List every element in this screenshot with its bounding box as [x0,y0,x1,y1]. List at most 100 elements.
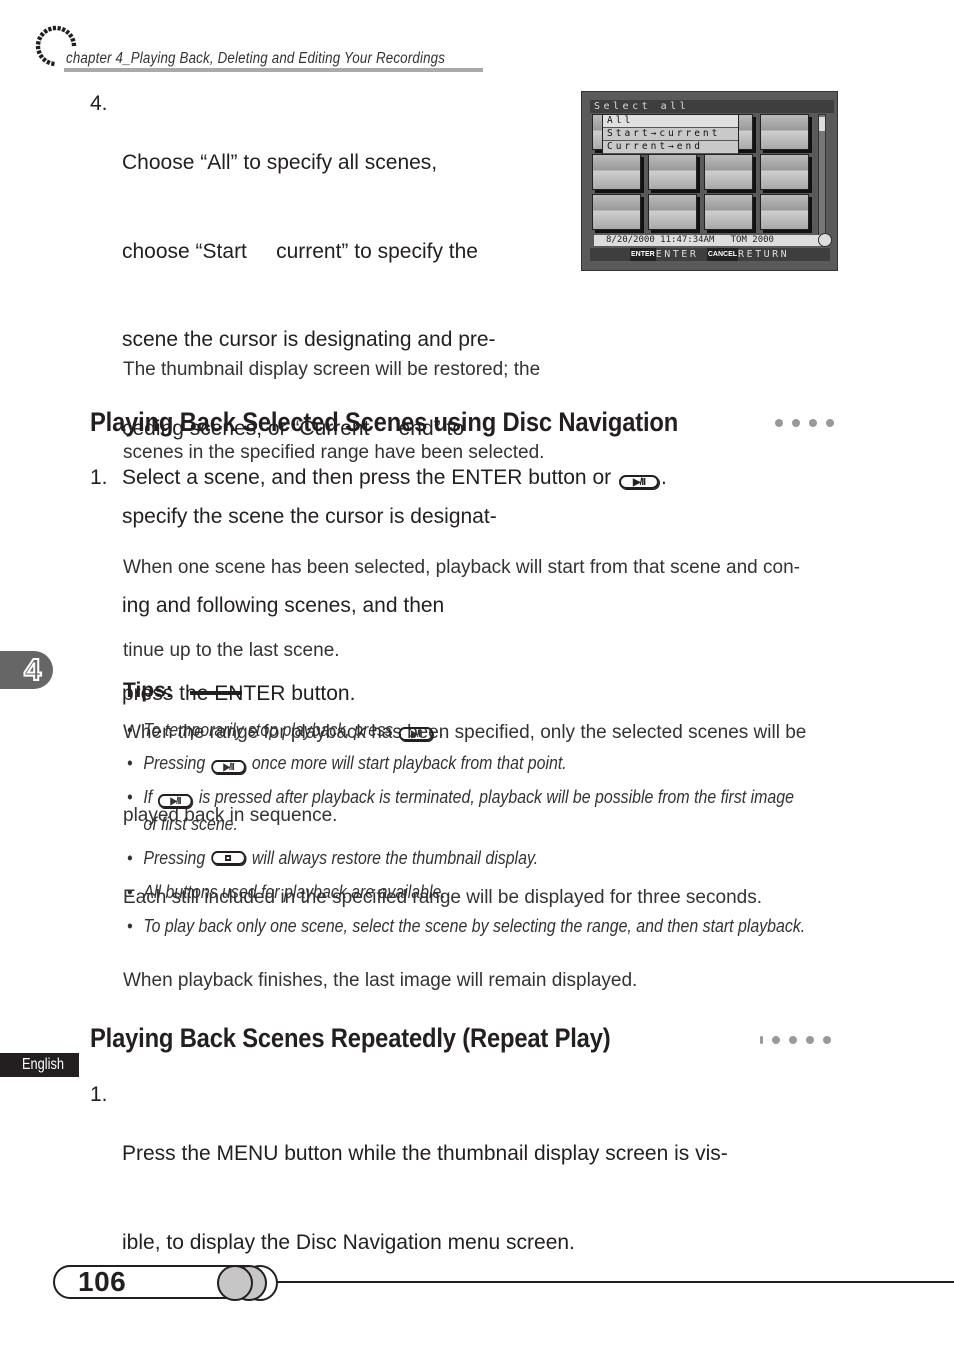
play-pause-button-icon: ▶/II [158,794,193,808]
footer-rule [262,1281,954,1283]
thumbnail [592,154,641,190]
ring-dot [61,27,66,33]
section-heading-disc-navigation: Playing Back Selected Scenes using Disc … [90,407,679,437]
screen-button-guide: ENTERENTER CANCELRETURN [590,248,830,261]
menu-item-current-end: Current→end [603,141,738,154]
heading-dots [760,1036,831,1044]
step-line: Choose “All” to specify all scenes, [122,151,438,174]
page-number: 106 [78,1266,127,1297]
play-pause-button-icon: ▶/II [211,760,246,774]
tip-text: To play back only one scene, select the … [143,915,806,936]
footer-circle-decoration [217,1265,253,1301]
ring-dot [50,61,55,67]
play-pause-button-icon: ▶/II [618,475,659,489]
tip-text-part: will always restore the thumbnail displa… [251,847,539,868]
menu-item-all: All [603,115,738,128]
return-label: RETURN [738,249,790,260]
step-number: 1. [90,466,108,489]
dot [792,419,800,427]
tip-text-part: once more will start playback from that … [251,752,567,773]
section-heading-repeat-play: Playing Back Scenes Repeatedly (Repeat P… [90,1023,611,1053]
select-all-screen-illustration: Select all All Start→current Current→end… [581,91,838,271]
ring-dot [37,36,43,41]
bullet: • [127,752,133,773]
body-line: When playback finishes, the last image w… [123,969,638,991]
play-pause-button-icon: ▶/II [399,727,434,741]
tip-item: • To play back only one scene, select th… [127,912,805,993]
dot [789,1036,797,1044]
thumbnail [760,154,809,190]
enter-label: ENTER [655,249,699,260]
step-text-wrap: Select a scene, and then press the ENTER… [122,466,667,489]
tip-text: If ▶/II is pressed after playback is ter… [143,783,794,837]
dot [823,1036,831,1044]
header-underline [64,68,483,72]
dot [775,419,783,427]
bullet: • [127,915,133,936]
ring-dot [52,25,57,31]
thumbnail [648,194,697,230]
thumbnail [704,194,753,230]
body-line: tinue up to the last scene. [123,639,340,661]
tips-rule [190,691,242,695]
step-line: Press the MENU button while the thumbnai… [122,1142,728,1165]
step-line: choose “Start current” to specify the [122,239,478,263]
screen-scrollbar [818,114,826,236]
language-tab: English [0,1053,79,1077]
tip-text-part: is pressed after playback is terminated,… [198,786,794,807]
disc-icon [818,233,832,247]
step-number: 1. [90,1083,108,1106]
tip-text-part: of first scene. [143,813,238,834]
thumbnail [648,154,697,190]
thumbnail [760,114,809,150]
chapter-tab-number: 4 [23,651,42,688]
step-text: Select a scene, and then press the ENTER… [122,466,612,489]
tip-text-part: . [435,719,445,740]
bullet: • [127,719,133,740]
ring-dot [70,37,76,43]
ring-dot [68,33,74,39]
tip-text-part: Pressing [143,847,206,868]
step-number: 4. [90,92,108,115]
note-line: The thumbnail display screen will be res… [123,359,541,380]
tip-text-part: Pressing [143,752,206,773]
language-label: English [22,1056,64,1073]
dot [809,419,817,427]
dot [806,1036,814,1044]
tip-text-part: To temporarily stop playback, press [143,719,394,740]
select-all-menu: All Start→current Current→end [602,114,739,155]
tip-text: All buttons used for playback are availa… [143,881,446,902]
step-4: 4. Choose “All” to specify all scenes, c… [90,89,570,705]
screen-info-bar: 8/20/2000 11:47:34AM TOM 2000 [594,235,822,246]
ring-dot [46,59,51,65]
ring-dot [71,42,77,47]
ring-dot [64,29,71,35]
tip-text: To temporarily stop playback, press ▶/II… [143,716,444,743]
ring-dot [35,40,41,45]
ring-dot [43,28,49,34]
dot [772,1036,780,1044]
dot [826,419,834,427]
ring-dot [35,45,41,50]
tip-text: Pressing ▶/II once more will start playb… [143,749,567,776]
tip-text-part: If [143,786,153,807]
ring-dot [47,26,53,32]
screen-title: Select all [590,100,834,113]
bullet: • [127,847,133,868]
thumbnail [704,154,753,190]
ring-dot [41,57,48,63]
menu-item-start-current: Start→current [603,128,738,141]
enter-tag: ENTER [630,248,656,261]
bullet: • [127,881,133,902]
tip-text: Pressing will always restore the thumbna… [143,844,538,871]
chapter-running-head: chapter 4_Playing Back, Deleting and Edi… [66,50,446,67]
tips-heading: Tips: [123,679,173,702]
thumbnail [592,194,641,230]
ring-dot [57,25,62,31]
scrollbar-thumb [819,117,825,131]
ring-dot [39,31,45,38]
thumbnail [760,194,809,230]
dot-partial [760,1036,763,1044]
note-line: scenes in the specified range have been … [123,441,545,463]
cancel-tag: CANCEL [706,248,739,261]
